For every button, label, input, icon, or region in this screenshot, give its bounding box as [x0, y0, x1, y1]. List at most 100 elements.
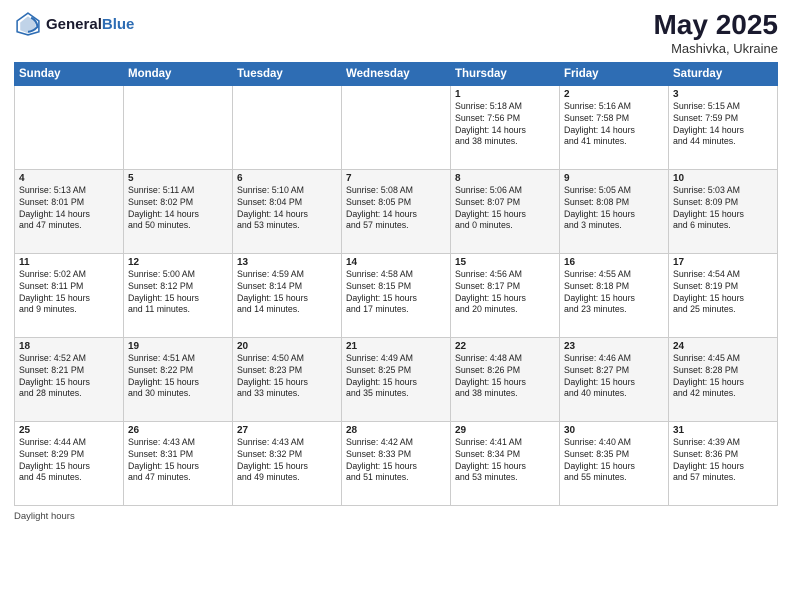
cell-content: Sunrise: 5:13 AM Sunset: 8:01 PM Dayligh…: [19, 185, 119, 233]
col-header-tuesday: Tuesday: [233, 62, 342, 85]
day-number: 17: [673, 257, 773, 268]
cell-content: Sunrise: 5:05 AM Sunset: 8:08 PM Dayligh…: [564, 185, 664, 233]
day-number: 22: [455, 341, 555, 352]
cell-content: Sunrise: 4:50 AM Sunset: 8:23 PM Dayligh…: [237, 353, 337, 401]
calendar-cell: 4Sunrise: 5:13 AM Sunset: 8:01 PM Daylig…: [15, 169, 124, 253]
day-number: 25: [19, 425, 119, 436]
cell-content: Sunrise: 4:40 AM Sunset: 8:35 PM Dayligh…: [564, 437, 664, 485]
day-number: 28: [346, 425, 446, 436]
calendar-cell: 31Sunrise: 4:39 AM Sunset: 8:36 PM Dayli…: [669, 421, 778, 505]
day-number: 7: [346, 173, 446, 184]
calendar-cell: 13Sunrise: 4:59 AM Sunset: 8:14 PM Dayli…: [233, 253, 342, 337]
calendar-week-4: 25Sunrise: 4:44 AM Sunset: 8:29 PM Dayli…: [15, 421, 778, 505]
title-block: May 2025 Mashivka, Ukraine: [653, 10, 778, 56]
day-number: 20: [237, 341, 337, 352]
day-number: 30: [564, 425, 664, 436]
calendar-cell: 5Sunrise: 5:11 AM Sunset: 8:02 PM Daylig…: [124, 169, 233, 253]
day-number: 14: [346, 257, 446, 268]
cell-content: Sunrise: 5:03 AM Sunset: 8:09 PM Dayligh…: [673, 185, 773, 233]
cell-content: Sunrise: 4:55 AM Sunset: 8:18 PM Dayligh…: [564, 269, 664, 317]
cell-content: Sunrise: 4:43 AM Sunset: 8:32 PM Dayligh…: [237, 437, 337, 485]
calendar-cell: 29Sunrise: 4:41 AM Sunset: 8:34 PM Dayli…: [451, 421, 560, 505]
footer: Daylight hours: [14, 511, 778, 522]
day-number: 2: [564, 89, 664, 100]
calendar-cell: 10Sunrise: 5:03 AM Sunset: 8:09 PM Dayli…: [669, 169, 778, 253]
calendar-cell: 26Sunrise: 4:43 AM Sunset: 8:31 PM Dayli…: [124, 421, 233, 505]
day-number: 4: [19, 173, 119, 184]
calendar-week-1: 4Sunrise: 5:13 AM Sunset: 8:01 PM Daylig…: [15, 169, 778, 253]
day-number: 3: [673, 89, 773, 100]
calendar-week-3: 18Sunrise: 4:52 AM Sunset: 8:21 PM Dayli…: [15, 337, 778, 421]
day-number: 24: [673, 341, 773, 352]
calendar-header-row: SundayMondayTuesdayWednesdayThursdayFrid…: [15, 62, 778, 85]
calendar-cell: 3Sunrise: 5:15 AM Sunset: 7:59 PM Daylig…: [669, 85, 778, 169]
calendar-cell: 9Sunrise: 5:05 AM Sunset: 8:08 PM Daylig…: [560, 169, 669, 253]
cell-content: Sunrise: 4:45 AM Sunset: 8:28 PM Dayligh…: [673, 353, 773, 401]
calendar-cell: 17Sunrise: 4:54 AM Sunset: 8:19 PM Dayli…: [669, 253, 778, 337]
calendar-cell: 6Sunrise: 5:10 AM Sunset: 8:04 PM Daylig…: [233, 169, 342, 253]
calendar-cell: [124, 85, 233, 169]
cell-content: Sunrise: 5:02 AM Sunset: 8:11 PM Dayligh…: [19, 269, 119, 317]
calendar-cell: 19Sunrise: 4:51 AM Sunset: 8:22 PM Dayli…: [124, 337, 233, 421]
day-number: 5: [128, 173, 228, 184]
col-header-monday: Monday: [124, 62, 233, 85]
logo: GeneralBlue: [14, 10, 134, 38]
calendar-cell: 14Sunrise: 4:58 AM Sunset: 8:15 PM Dayli…: [342, 253, 451, 337]
cell-content: Sunrise: 4:56 AM Sunset: 8:17 PM Dayligh…: [455, 269, 555, 317]
day-number: 8: [455, 173, 555, 184]
day-number: 21: [346, 341, 446, 352]
logo-icon: [14, 10, 42, 38]
cell-content: Sunrise: 4:52 AM Sunset: 8:21 PM Dayligh…: [19, 353, 119, 401]
calendar-cell: 7Sunrise: 5:08 AM Sunset: 8:05 PM Daylig…: [342, 169, 451, 253]
cell-content: Sunrise: 4:41 AM Sunset: 8:34 PM Dayligh…: [455, 437, 555, 485]
calendar-cell: 11Sunrise: 5:02 AM Sunset: 8:11 PM Dayli…: [15, 253, 124, 337]
cell-content: Sunrise: 4:59 AM Sunset: 8:14 PM Dayligh…: [237, 269, 337, 317]
calendar-cell: 15Sunrise: 4:56 AM Sunset: 8:17 PM Dayli…: [451, 253, 560, 337]
page: GeneralBlue May 2025 Mashivka, Ukraine S…: [0, 0, 792, 612]
cell-content: Sunrise: 4:49 AM Sunset: 8:25 PM Dayligh…: [346, 353, 446, 401]
cell-content: Sunrise: 4:54 AM Sunset: 8:19 PM Dayligh…: [673, 269, 773, 317]
cell-content: Sunrise: 5:16 AM Sunset: 7:58 PM Dayligh…: [564, 101, 664, 149]
calendar-cell: 8Sunrise: 5:06 AM Sunset: 8:07 PM Daylig…: [451, 169, 560, 253]
calendar-table: SundayMondayTuesdayWednesdayThursdayFrid…: [14, 62, 778, 506]
col-header-friday: Friday: [560, 62, 669, 85]
calendar-cell: 27Sunrise: 4:43 AM Sunset: 8:32 PM Dayli…: [233, 421, 342, 505]
day-number: 1: [455, 89, 555, 100]
cell-content: Sunrise: 4:44 AM Sunset: 8:29 PM Dayligh…: [19, 437, 119, 485]
calendar-cell: 28Sunrise: 4:42 AM Sunset: 8:33 PM Dayli…: [342, 421, 451, 505]
logo-text: GeneralBlue: [46, 16, 134, 33]
day-number: 6: [237, 173, 337, 184]
day-number: 16: [564, 257, 664, 268]
cell-content: Sunrise: 5:15 AM Sunset: 7:59 PM Dayligh…: [673, 101, 773, 149]
cell-content: Sunrise: 4:46 AM Sunset: 8:27 PM Dayligh…: [564, 353, 664, 401]
calendar-cell: 25Sunrise: 4:44 AM Sunset: 8:29 PM Dayli…: [15, 421, 124, 505]
calendar-cell: [15, 85, 124, 169]
day-number: 31: [673, 425, 773, 436]
calendar-cell: [342, 85, 451, 169]
cell-content: Sunrise: 5:08 AM Sunset: 8:05 PM Dayligh…: [346, 185, 446, 233]
day-number: 19: [128, 341, 228, 352]
day-number: 13: [237, 257, 337, 268]
location: Mashivka, Ukraine: [653, 41, 778, 56]
calendar-body: 1Sunrise: 5:18 AM Sunset: 7:56 PM Daylig…: [15, 85, 778, 505]
day-number: 18: [19, 341, 119, 352]
cell-content: Sunrise: 5:18 AM Sunset: 7:56 PM Dayligh…: [455, 101, 555, 149]
calendar-cell: 2Sunrise: 5:16 AM Sunset: 7:58 PM Daylig…: [560, 85, 669, 169]
day-number: 27: [237, 425, 337, 436]
calendar-cell: 21Sunrise: 4:49 AM Sunset: 8:25 PM Dayli…: [342, 337, 451, 421]
calendar-cell: 18Sunrise: 4:52 AM Sunset: 8:21 PM Dayli…: [15, 337, 124, 421]
day-number: 9: [564, 173, 664, 184]
cell-content: Sunrise: 5:06 AM Sunset: 8:07 PM Dayligh…: [455, 185, 555, 233]
footer-label: Daylight hours: [14, 511, 75, 522]
day-number: 10: [673, 173, 773, 184]
cell-content: Sunrise: 5:00 AM Sunset: 8:12 PM Dayligh…: [128, 269, 228, 317]
header: GeneralBlue May 2025 Mashivka, Ukraine: [14, 10, 778, 56]
month-title: May 2025: [653, 10, 778, 41]
cell-content: Sunrise: 4:39 AM Sunset: 8:36 PM Dayligh…: [673, 437, 773, 485]
cell-content: Sunrise: 5:11 AM Sunset: 8:02 PM Dayligh…: [128, 185, 228, 233]
calendar-cell: 16Sunrise: 4:55 AM Sunset: 8:18 PM Dayli…: [560, 253, 669, 337]
calendar-cell: 23Sunrise: 4:46 AM Sunset: 8:27 PM Dayli…: [560, 337, 669, 421]
calendar-cell: 24Sunrise: 4:45 AM Sunset: 8:28 PM Dayli…: [669, 337, 778, 421]
day-number: 29: [455, 425, 555, 436]
cell-content: Sunrise: 4:42 AM Sunset: 8:33 PM Dayligh…: [346, 437, 446, 485]
